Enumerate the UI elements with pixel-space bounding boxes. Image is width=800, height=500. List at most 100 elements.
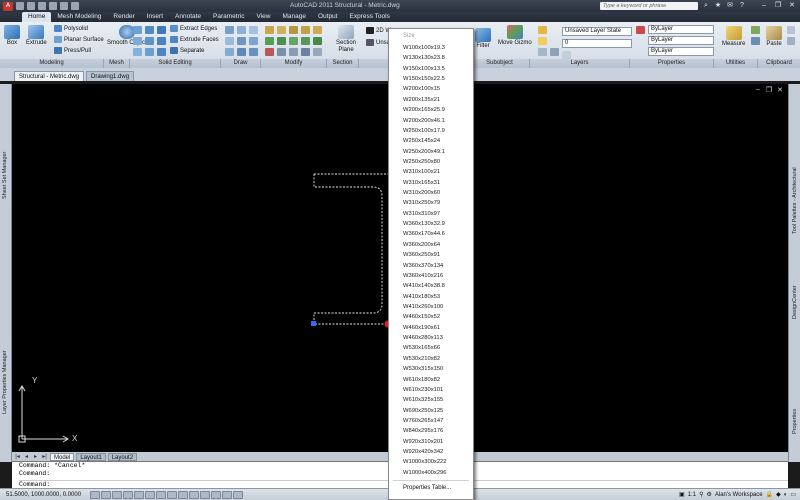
size-option[interactable]: W840x295x176 — [389, 426, 473, 436]
extrude-button[interactable]: Extrude — [26, 25, 47, 46]
rotate-icon[interactable] — [277, 26, 286, 34]
tab-express-tools[interactable]: Express Tools — [343, 12, 395, 22]
size-option[interactable]: W530x315x150 — [389, 364, 473, 374]
clean-screen-icon[interactable]: ▭ — [790, 491, 796, 498]
selection-cycling-toggle[interactable] — [233, 490, 243, 499]
communication-icon[interactable]: ✉ — [726, 2, 734, 10]
size-option[interactable]: W920x420x342 — [389, 447, 473, 457]
size-option[interactable]: W610x325x155 — [389, 395, 473, 405]
size-option[interactable]: W130x130x23.8 — [389, 53, 473, 63]
shell-icon[interactable] — [145, 48, 154, 56]
grip-point-blue[interactable] — [311, 321, 316, 326]
size-option[interactable]: W360x250x91 — [389, 250, 473, 260]
size-option[interactable]: W150x100x13.5 — [389, 64, 473, 74]
measure-button[interactable]: Measure — [722, 26, 745, 47]
size-option[interactable]: W360x370x134 — [389, 261, 473, 271]
undo-icon[interactable] — [49, 2, 57, 10]
size-option[interactable]: W760x265x147 — [389, 416, 473, 426]
model-space-icon[interactable]: ▣ — [679, 491, 685, 498]
workspace-label[interactable]: Alan's Workspace — [715, 492, 763, 498]
size-option[interactable]: W250x250x80 — [389, 157, 473, 167]
layer-isolate-icon[interactable] — [538, 48, 547, 56]
panel-label-clipboard[interactable]: Clipboard — [758, 59, 800, 68]
size-option[interactable]: W410x260x100 — [389, 302, 473, 312]
ortho-mode-toggle[interactable] — [123, 490, 133, 499]
quick-properties-toggle[interactable] — [222, 490, 232, 499]
panel-label-solid-editing[interactable]: Solid Editing — [130, 59, 221, 68]
tab-insert[interactable]: Insert — [141, 12, 169, 22]
hardware-acceleration-icon[interactable]: ◆ — [776, 491, 781, 498]
size-option[interactable]: W200x100x15 — [389, 84, 473, 94]
arc-icon[interactable] — [237, 37, 246, 45]
snap-mode-toggle[interactable] — [101, 490, 111, 499]
size-option[interactable]: W460x150x52 — [389, 312, 473, 322]
cut-icon[interactable] — [787, 26, 795, 34]
mirror-icon[interactable] — [277, 37, 286, 45]
explode-icon[interactable] — [313, 26, 322, 34]
size-option[interactable]: W250x100x17.9 — [389, 126, 473, 136]
infer-constraints-toggle[interactable] — [90, 490, 100, 499]
size-option[interactable]: W1000x400x296 — [389, 468, 473, 478]
copy-icon[interactable] — [265, 37, 274, 45]
restore-icon[interactable]: ❐ — [772, 1, 784, 10]
lineweight-dropdown[interactable]: ByLayer — [648, 47, 714, 56]
redo-icon[interactable] — [60, 2, 68, 10]
annotation-visibility-icon[interactable]: ⚲ — [699, 491, 703, 498]
tab-view[interactable]: View — [250, 12, 276, 22]
object-snap-toggle[interactable] — [145, 490, 155, 499]
array-icon[interactable] — [277, 48, 286, 56]
trim-icon[interactable] — [289, 26, 298, 34]
annotation-scale-label[interactable]: 1:1 — [688, 492, 696, 498]
size-option[interactable]: W920x310x201 — [389, 437, 473, 447]
chamfer-icon[interactable] — [301, 37, 310, 45]
size-option[interactable]: W200x200x46.1 — [389, 116, 473, 126]
presspull-button[interactable]: Press/Pull — [54, 47, 91, 54]
first-tab-arrow-icon[interactable]: |◂ — [14, 453, 21, 460]
size-option[interactable]: W360x170x44.6 — [389, 229, 473, 239]
tab-home[interactable]: Home — [22, 12, 52, 22]
fillet-edge-icon[interactable] — [157, 48, 166, 56]
help-icon[interactable]: ? — [738, 2, 746, 10]
box-button[interactable]: Box — [4, 25, 20, 46]
move-gizmo-button[interactable]: Move Gizmo — [498, 25, 532, 46]
imprint-icon[interactable] — [157, 37, 166, 45]
tab-annotate[interactable]: Annotate — [169, 12, 207, 22]
id-point-icon[interactable] — [751, 37, 760, 45]
prev-tab-arrow-icon[interactable]: ◂ — [23, 453, 30, 460]
dynamic-input-toggle[interactable] — [189, 490, 199, 499]
unsaved-view-button[interactable]: Unsa — [366, 39, 390, 46]
size-option[interactable]: W410x180x53 — [389, 292, 473, 302]
layer-freeze-icon[interactable] — [550, 48, 559, 56]
section-plane-button[interactable]: Section Plane — [334, 25, 358, 54]
polyline-icon[interactable] — [237, 26, 246, 34]
color-dropdown[interactable]: ByLayer — [648, 25, 714, 34]
ellipse-icon[interactable] — [249, 26, 258, 34]
tool-palettes-label[interactable]: Tool Palettes - Architectural — [792, 167, 798, 234]
tab-parametric[interactable]: Parametric — [207, 12, 250, 22]
size-option[interactable]: W360x200x64 — [389, 240, 473, 250]
plot-icon[interactable] — [71, 2, 79, 10]
quick-select-icon[interactable] — [751, 26, 760, 34]
layer-on-icon[interactable] — [538, 37, 547, 45]
transparency-toggle[interactable] — [211, 490, 221, 499]
size-option[interactable]: W310x100x21 — [389, 167, 473, 177]
file-tab-drawing1[interactable]: Drawing1.dwg — [86, 71, 135, 81]
open-file-icon[interactable] — [27, 2, 35, 10]
properties-palette-label[interactable]: Properties — [792, 409, 798, 434]
size-option[interactable]: W530x210x82 — [389, 354, 473, 364]
linetype-dropdown[interactable]: ByLayer — [648, 36, 714, 45]
line-icon[interactable] — [225, 26, 234, 34]
size-option[interactable]: W150x150x22.5 — [389, 74, 473, 84]
polysolid-button[interactable]: Polysolid — [54, 25, 88, 32]
object-snap-tracking-toggle[interactable] — [167, 490, 177, 499]
tab-layout1[interactable]: Layout1 — [76, 452, 106, 461]
layer-match-icon[interactable] — [562, 51, 571, 59]
hatch-icon[interactable] — [237, 48, 246, 56]
panel-label-draw[interactable]: Draw — [221, 59, 261, 68]
spline-icon[interactable] — [249, 37, 258, 45]
application-menu-button[interactable]: A — [3, 1, 13, 11]
size-option[interactable]: W250x145x24 — [389, 136, 473, 146]
size-option[interactable]: W200x165x25.9 — [389, 105, 473, 115]
rectangle-icon[interactable] — [225, 48, 234, 56]
move-icon[interactable] — [265, 26, 274, 34]
